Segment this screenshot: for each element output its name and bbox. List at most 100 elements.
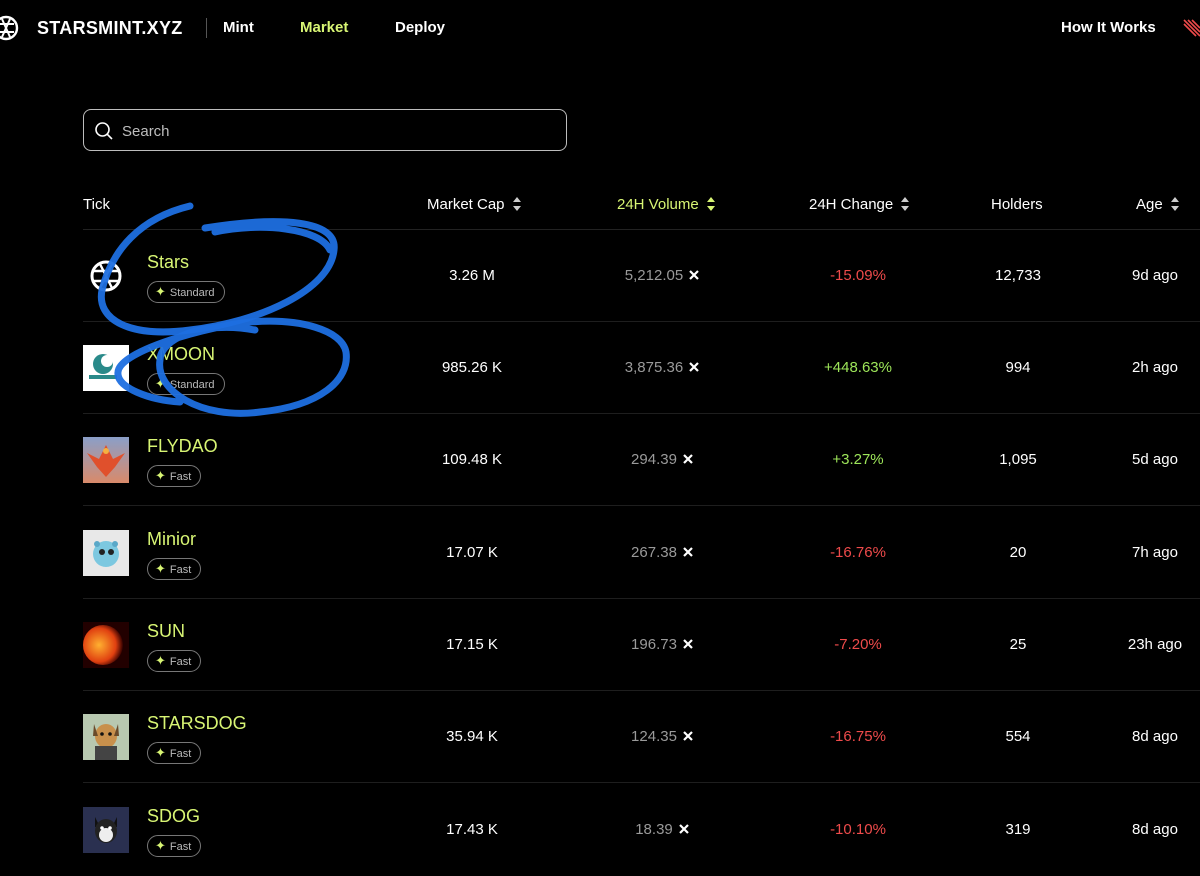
age-value: 5d ago [1132, 451, 1178, 468]
market-cap-value: 35.94 K [446, 728, 498, 745]
row-divider [83, 505, 1200, 506]
token-name[interactable]: FLYDAO [147, 436, 218, 457]
stars-token-icon [683, 547, 693, 557]
column-header-market-cap[interactable]: Market Cap [427, 196, 521, 213]
market-cap-value: 3.26 M [449, 267, 495, 284]
search-box[interactable] [83, 109, 567, 152]
row-divider [83, 782, 1200, 783]
table-row[interactable]: SUN ✦ Fast 17.15 K 196.73 -7.20% 25 23h a… [0, 599, 1200, 691]
minior-logo-icon [83, 530, 129, 576]
column-header-tick: Tick [83, 196, 110, 213]
token-name[interactable]: Minior [147, 529, 196, 550]
holders-value: 554 [1005, 728, 1031, 745]
table-row[interactable]: FLYDAO ✦ Fast 109.48 K 294.39 +3.27% 1,09… [0, 414, 1200, 506]
volume-value: 267.38 [590, 544, 734, 561]
change-value: +3.27% [832, 451, 884, 468]
token-name[interactable]: SDOG [147, 806, 200, 827]
menu-icon[interactable] [1180, 16, 1200, 40]
age-value: 8d ago [1132, 728, 1178, 745]
stars-token-icon [689, 270, 699, 280]
market-cap-value: 17.07 K [446, 544, 498, 561]
age-value: 23h ago [1127, 636, 1183, 653]
stars-logo-icon [83, 253, 129, 299]
nav-link-deploy[interactable]: Deploy [395, 19, 445, 36]
holders-value: 20 [1009, 544, 1027, 561]
volume-value: 294.39 [590, 451, 734, 468]
brand-name[interactable]: STARSMINT.XYZ [37, 18, 183, 39]
sparkle-icon: ✦ [155, 284, 166, 299]
page: STARSMINT.XYZ Mint Market Deploy How It … [0, 0, 1200, 876]
market-cap-value: 17.43 K [446, 821, 498, 838]
holders-value: 994 [1005, 359, 1031, 376]
nav-link-mint[interactable]: Mint [223, 19, 254, 36]
token-avatar [83, 253, 129, 299]
volume-value: 5,212.05 [590, 267, 734, 284]
logo-icon[interactable] [0, 14, 20, 42]
column-header-age[interactable]: Age [1136, 196, 1179, 213]
token-avatar [83, 345, 129, 391]
holders-value: 1,095 [999, 451, 1037, 468]
type-badge: ✦ Standard [147, 373, 225, 395]
sort-icon[interactable] [901, 197, 910, 211]
volume-value: 196.73 [590, 636, 734, 653]
phoenix-logo-icon [83, 437, 129, 483]
token-name[interactable]: STARSDOG [147, 713, 247, 734]
volume-value: 124.35 [590, 728, 734, 745]
table-row[interactable]: Minior ✦ Fast 17.07 K 267.38 -16.76% 20 7… [0, 507, 1200, 599]
nav-link-market[interactable]: Market [300, 19, 348, 36]
volume-value: 3,875.36 [590, 359, 734, 376]
husky-logo-icon [83, 807, 129, 853]
volume-value: 18.39 [590, 821, 734, 838]
token-avatar [83, 714, 129, 760]
stars-token-icon [683, 454, 693, 464]
market-cap-value: 985.26 K [441, 359, 503, 376]
market-cap-value: 17.15 K [446, 636, 498, 653]
sort-icon[interactable] [512, 197, 521, 211]
type-badge: ✦ Fast [147, 835, 202, 857]
nav-divider [206, 18, 207, 38]
change-value: -16.76% [830, 544, 886, 561]
type-badge: ✦ Fast [147, 465, 202, 487]
sparkle-icon: ✦ [155, 653, 166, 668]
table-row[interactable]: STARSDOG ✦ Fast 35.94 K 124.35 -16.75% 55… [0, 691, 1200, 783]
stars-token-icon [683, 639, 693, 649]
token-name[interactable]: SUN [147, 621, 185, 642]
age-value: 9d ago [1132, 267, 1178, 284]
token-name[interactable]: XMOON [147, 344, 215, 365]
sparkle-icon: ✦ [155, 838, 166, 853]
token-avatar [83, 807, 129, 853]
change-value: -16.75% [830, 728, 886, 745]
age-value: 7h ago [1132, 544, 1178, 561]
type-badge: ✦ Fast [147, 742, 202, 764]
sparkle-icon: ✦ [155, 376, 166, 391]
column-header-24h-change[interactable]: 24H Change [809, 196, 910, 213]
sort-icon[interactable] [706, 197, 715, 211]
table-row[interactable]: Stars ✦ Standard 3.26 M 5,212.05 -15.09% … [0, 230, 1200, 322]
type-badge: ✦ Fast [147, 558, 202, 580]
stars-token-icon [683, 731, 693, 741]
age-value: 2h ago [1132, 359, 1178, 376]
how-it-works-link[interactable]: How It Works [1061, 19, 1156, 36]
change-value: -15.09% [830, 267, 886, 284]
dog-logo-icon [83, 714, 129, 760]
search-input[interactable] [120, 110, 554, 152]
age-value: 8d ago [1132, 821, 1178, 838]
token-avatar [83, 530, 129, 576]
stars-token-icon [689, 362, 699, 372]
sparkle-icon: ✦ [155, 468, 166, 483]
holders-value: 12,733 [995, 267, 1041, 284]
table-row[interactable]: XMOON ✦ Standard 985.26 K 3,875.36 +448.6… [0, 322, 1200, 414]
token-name[interactable]: Stars [147, 252, 189, 273]
holders-value: 25 [1009, 636, 1027, 653]
table-row[interactable]: SDOG ✦ Fast 17.43 K 18.39 -10.10% 319 8d … [0, 784, 1200, 876]
sort-icon[interactable] [1170, 197, 1179, 211]
token-avatar [83, 437, 129, 483]
type-badge: ✦ Standard [147, 281, 225, 303]
type-badge: ✦ Fast [147, 650, 202, 672]
sun-logo-icon [83, 622, 129, 668]
xmoon-logo-icon [83, 345, 129, 391]
holders-value: 319 [1005, 821, 1031, 838]
column-header-holders: Holders [991, 196, 1043, 213]
change-value: -7.20% [834, 636, 882, 653]
column-header-24h-volume[interactable]: 24H Volume [617, 196, 715, 213]
